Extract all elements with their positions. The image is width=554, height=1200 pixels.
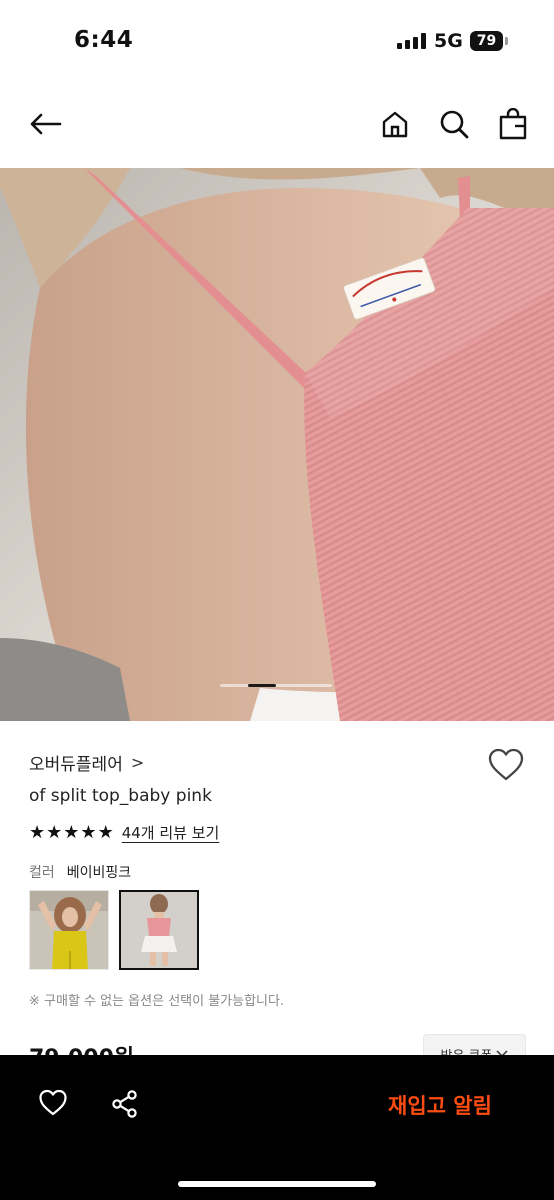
swatch-yellow-image	[30, 891, 108, 969]
product-image[interactable]	[0, 168, 554, 721]
option-notice: ※ 구매할 수 없는 옵션은 선택이 불가능합니다.	[29, 994, 285, 1009]
star-icon: ★	[80, 821, 97, 843]
home-icon	[382, 111, 408, 138]
search-button[interactable]	[436, 106, 472, 142]
battery-icon: 79	[470, 31, 503, 51]
network-type: 5G	[434, 30, 463, 52]
swatch-pink[interactable]	[119, 890, 199, 970]
heart-icon	[488, 748, 524, 781]
brand-name: 오버듀플레어	[29, 755, 123, 775]
battery-level: 79	[476, 33, 497, 49]
rating-stars: ★ ★ ★ ★ ★	[29, 821, 114, 843]
cart-button[interactable]	[495, 106, 531, 142]
image-pager	[220, 684, 332, 687]
color-swatches	[29, 890, 199, 970]
review-link[interactable]: 44개 리뷰 보기	[122, 822, 220, 843]
swatch-yellow[interactable]	[29, 890, 109, 970]
star-icon: ★	[97, 821, 114, 843]
search-icon	[440, 110, 469, 139]
back-arrow-icon	[30, 113, 62, 135]
image-pager-active	[248, 684, 276, 687]
product-title: of split top_baby pink	[29, 786, 212, 806]
rating-row: ★ ★ ★ ★ ★ 44개 리뷰 보기	[29, 822, 219, 843]
share-button[interactable]	[110, 1089, 140, 1119]
shopping-bag-icon	[499, 108, 527, 140]
restock-alert-button[interactable]: 재입고 알림	[360, 1085, 520, 1125]
heart-icon	[39, 1089, 67, 1116]
wishlist-button[interactable]	[487, 748, 525, 784]
star-icon: ★	[29, 821, 46, 843]
product-photo	[0, 168, 554, 721]
home-indicator	[178, 1181, 376, 1187]
bottom-action-bar: 재입고 알림	[0, 1055, 554, 1200]
battery-tip	[505, 37, 508, 45]
option-label: 컬러	[29, 865, 55, 881]
home-button[interactable]	[377, 106, 413, 142]
status-time: 6:44	[74, 27, 134, 53]
status-bar: 6:44 5G 79	[0, 0, 554, 80]
chevron-right-icon: >	[130, 753, 145, 772]
back-button[interactable]	[27, 106, 63, 142]
option-value: 베이비핑크	[66, 865, 132, 881]
option-row: 컬러 베이비핑크	[29, 862, 131, 882]
brand-link[interactable]: 오버듀플레어 >	[29, 750, 144, 775]
signal-icon	[397, 33, 426, 49]
star-icon: ★	[46, 821, 63, 843]
share-icon	[112, 1090, 137, 1118]
bottom-wishlist-button[interactable]	[38, 1089, 68, 1119]
swatch-pink-image	[121, 892, 197, 968]
star-icon: ★	[63, 821, 80, 843]
nav-bar	[0, 80, 554, 168]
